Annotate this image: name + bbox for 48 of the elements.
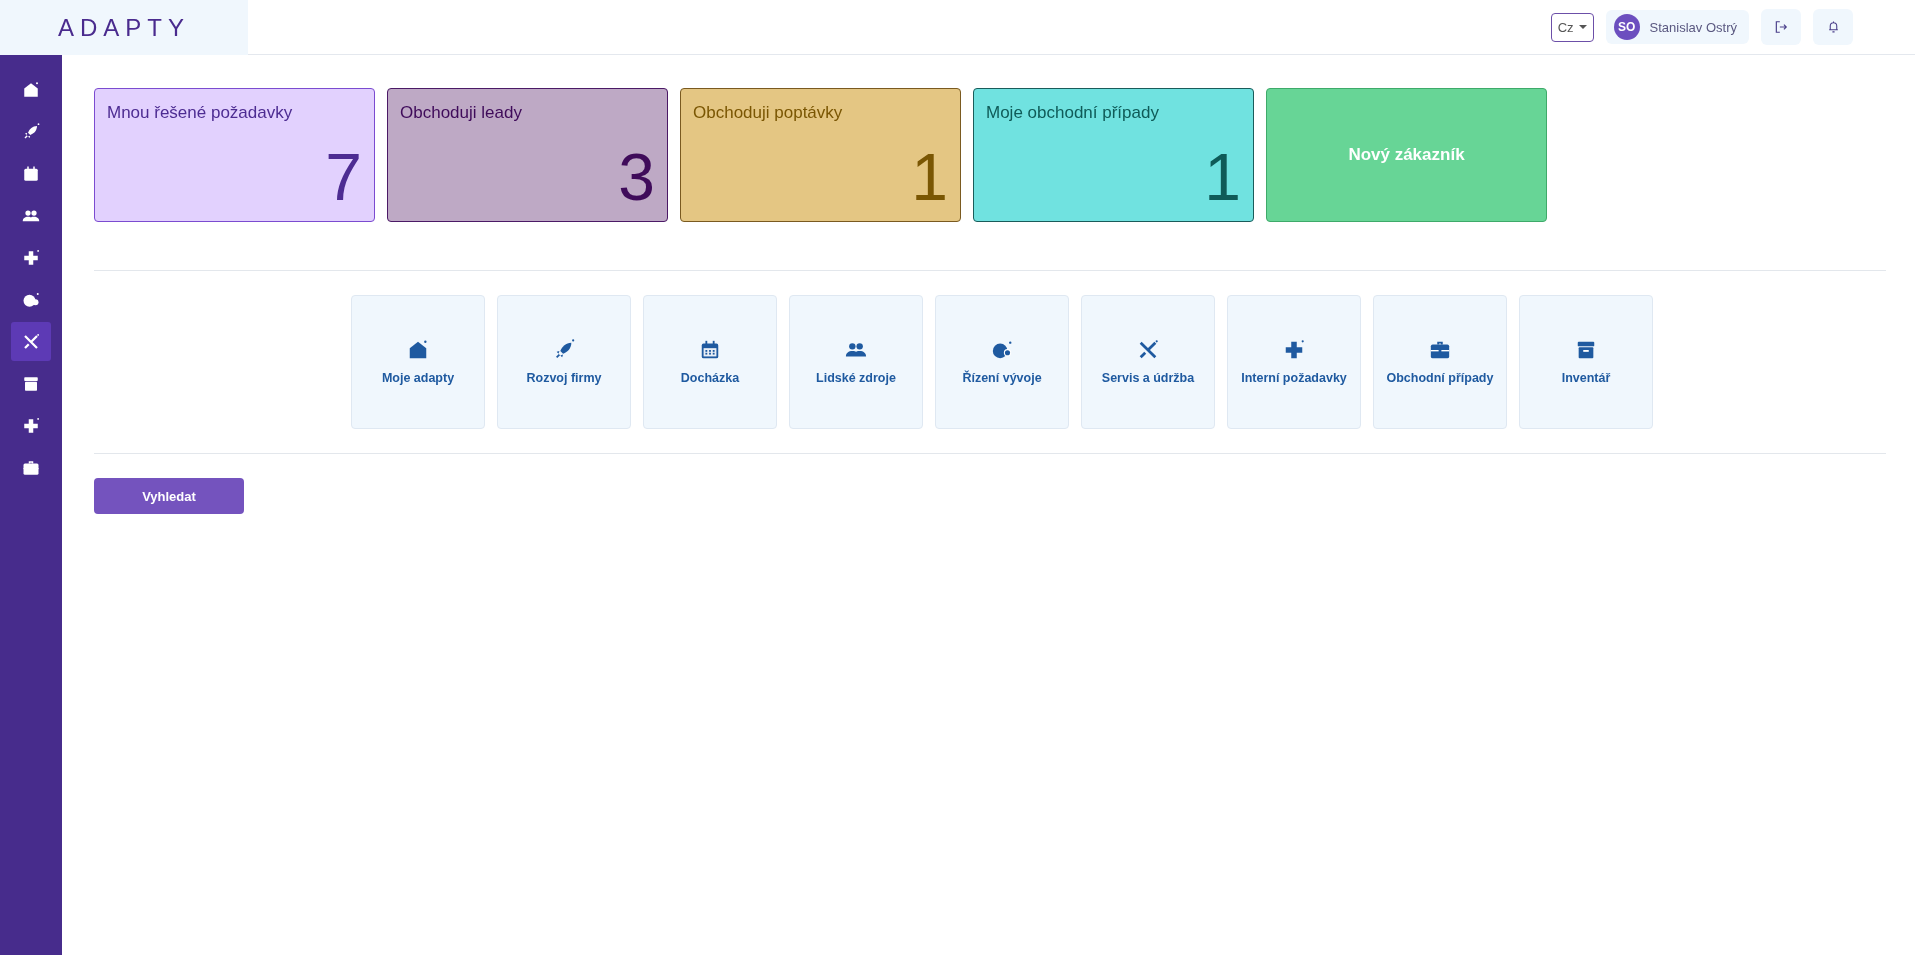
home-icon <box>407 339 429 361</box>
module-tile[interactable]: Servis a údržba <box>1081 295 1215 429</box>
module-tile[interactable]: Obchodní případy <box>1373 295 1507 429</box>
card-title: Obchoduji leady <box>400 103 523 123</box>
summary-card[interactable]: Obchoduji leady 3 <box>387 88 668 222</box>
module-tile[interactable]: Moje adapty <box>351 295 485 429</box>
card-title: Mnou řešené požadavky <box>107 103 294 123</box>
tools-icon <box>22 332 40 351</box>
module-tile[interactable]: Docházka <box>643 295 777 429</box>
module-tile[interactable]: Inventář <box>1519 295 1653 429</box>
archive-icon <box>1575 339 1597 361</box>
plus-icon <box>22 248 40 267</box>
card-count: 1 <box>911 147 948 207</box>
briefcase-icon <box>1429 339 1451 361</box>
rocket-icon <box>553 339 575 361</box>
circles-icon <box>22 290 40 309</box>
home-icon <box>22 80 40 99</box>
card-title: Moje obchodní případy <box>986 103 1160 123</box>
plus-icon <box>22 416 40 435</box>
caret-icon <box>1578 25 1587 29</box>
module-tile[interactable]: Lidské zdroje <box>789 295 923 429</box>
rocket-icon <box>22 122 40 141</box>
exit-icon <box>1774 20 1788 34</box>
tools-icon <box>1137 339 1159 361</box>
language-dropdown[interactable]: Cz <box>1550 12 1594 42</box>
bell-icon <box>1826 20 1840 34</box>
briefcase-icon <box>22 458 40 477</box>
card-title: Obchoduji poptávky <box>693 103 844 123</box>
logo[interactable]: ADAPTY <box>58 13 190 42</box>
module-tile[interactable]: Řízení vývoje <box>935 295 1069 429</box>
summary-card[interactable]: Obchoduji poptávky 1 <box>680 88 961 222</box>
card-count: 3 <box>618 147 655 207</box>
summary-card[interactable]: Mnou řešené požadavky 7 <box>94 88 375 222</box>
circles-icon <box>991 339 1013 361</box>
sidebar-item[interactable] <box>11 322 51 361</box>
module-tile[interactable]: Rozvoj firmy <box>497 295 631 429</box>
plus-icon <box>1283 339 1305 361</box>
search-button[interactable]: Vyhledat <box>94 478 244 514</box>
archive-icon <box>22 374 40 393</box>
card-count: 1 <box>1204 147 1241 207</box>
calendar-icon <box>22 164 40 183</box>
card-count: 7 <box>325 147 362 207</box>
calendar-icon <box>699 339 721 361</box>
module-tile[interactable]: Interní požadavky <box>1227 295 1361 429</box>
user-menu[interactable]: SO Stanislav Ostrý <box>1605 10 1749 44</box>
logout-button[interactable] <box>1761 9 1801 45</box>
avatar: SO <box>1613 14 1640 40</box>
summary-card[interactable]: Moje obchodní případy 1 <box>973 88 1254 222</box>
